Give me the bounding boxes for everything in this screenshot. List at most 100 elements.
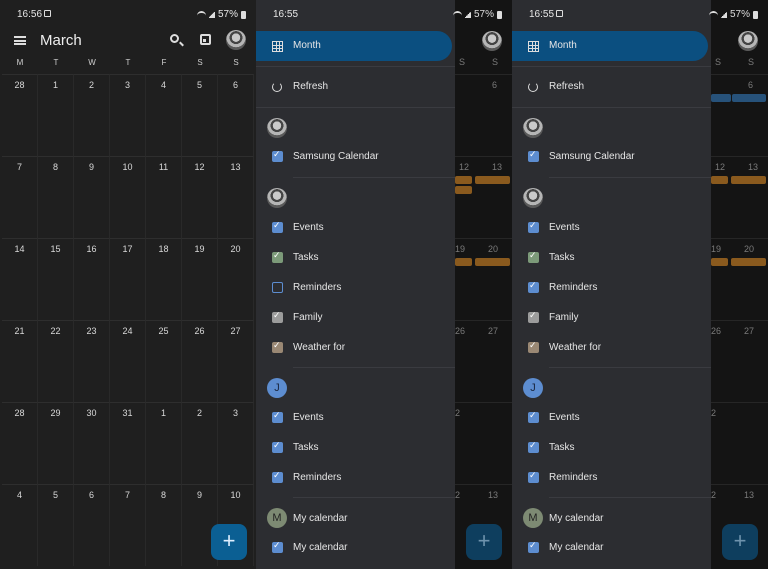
search-icon[interactable] xyxy=(170,34,179,43)
calendar-toggle-weather[interactable]: Weather for xyxy=(512,333,711,363)
calendar-toggle-events[interactable]: Events xyxy=(512,213,711,243)
add-event-button[interactable]: + xyxy=(211,524,247,560)
day-cell[interactable]: 28 xyxy=(2,74,38,156)
checkbox-icon[interactable] xyxy=(272,470,283,483)
day-cell[interactable]: 24 xyxy=(110,320,146,402)
day-cell[interactable]: 5 xyxy=(38,484,74,566)
checkbox-icon[interactable] xyxy=(272,410,283,423)
calendar-toggle-tasks[interactable]: Tasks xyxy=(256,243,455,273)
event-chip xyxy=(475,258,510,266)
checkbox-icon[interactable] xyxy=(528,470,539,483)
calendar-toggle-samsung[interactable]: Samsung Calendar xyxy=(512,142,711,172)
day-cell[interactable]: 19 xyxy=(182,238,218,320)
day-cell[interactable]: 12 xyxy=(182,156,218,238)
checkbox-unchecked-icon[interactable] xyxy=(272,282,283,293)
checkbox-icon[interactable] xyxy=(272,310,283,323)
calendar-toggle-events-j[interactable]: Events xyxy=(512,403,711,433)
add-event-button: + xyxy=(466,524,502,560)
day-cell[interactable]: 5 xyxy=(182,74,218,156)
calendar-toggle-tasks-j[interactable]: Tasks xyxy=(256,433,455,463)
day-cell[interactable]: 28 xyxy=(2,402,38,484)
day-cell[interactable]: 26 xyxy=(182,320,218,402)
day-cell[interactable]: 8 xyxy=(146,484,182,566)
day-cell[interactable]: 6 xyxy=(74,484,110,566)
day-cell[interactable]: 10 xyxy=(110,156,146,238)
calendar-toggle-family[interactable]: Family xyxy=(256,303,455,333)
calendar-toggle-weather[interactable]: Weather for xyxy=(256,333,455,363)
day-cell[interactable]: 17 xyxy=(110,238,146,320)
checkbox-icon[interactable] xyxy=(272,220,283,233)
day-cell[interactable]: 4 xyxy=(2,484,38,566)
checkbox-icon[interactable] xyxy=(528,220,539,233)
checkbox-icon[interactable] xyxy=(528,540,539,553)
checkbox-icon[interactable] xyxy=(272,440,283,453)
checkbox-icon[interactable] xyxy=(272,540,283,553)
calendar-today-icon[interactable] xyxy=(200,34,211,45)
day-cell[interactable]: 15 xyxy=(38,238,74,320)
refresh-item[interactable]: Refresh xyxy=(256,72,455,102)
checkbox-icon[interactable] xyxy=(272,250,283,263)
day-cell[interactable]: 11 xyxy=(146,156,182,238)
day-cell[interactable]: 25 xyxy=(146,320,182,402)
checkbox-icon[interactable] xyxy=(272,340,283,353)
checkbox-icon[interactable] xyxy=(528,440,539,453)
calendar-toggle-my-calendar[interactable]: My calendar xyxy=(256,533,455,563)
day-cell[interactable]: 3 xyxy=(218,402,254,484)
day-cell[interactable]: 23 xyxy=(74,320,110,402)
day-cell[interactable]: 30 xyxy=(74,402,110,484)
battery-icon xyxy=(497,10,502,19)
day-cell[interactable]: 7 xyxy=(2,156,38,238)
profile-avatar[interactable] xyxy=(226,30,246,50)
day-cell[interactable]: 2 xyxy=(74,74,110,156)
day-cell[interactable]: 20 xyxy=(218,238,254,320)
day-cell[interactable]: 29 xyxy=(38,402,74,484)
divider xyxy=(256,107,455,108)
checkbox-icon[interactable] xyxy=(528,340,539,353)
day-cell[interactable]: 1 xyxy=(146,402,182,484)
day-cell[interactable]: 1 xyxy=(38,74,74,156)
checkbox-icon[interactable] xyxy=(528,310,539,323)
calendar-toggle-samsung[interactable]: Samsung Calendar xyxy=(256,142,455,172)
view-month-label: Month xyxy=(293,40,321,51)
checkbox-icon[interactable] xyxy=(528,250,539,263)
calendar-toggle-events-j[interactable]: Events xyxy=(256,403,455,433)
status-bar: 16:56 57% xyxy=(0,0,256,28)
day-cell[interactable]: 9 xyxy=(74,156,110,238)
calendar-toggle-my-calendar[interactable]: My calendar xyxy=(512,533,711,563)
day-cell[interactable]: 22 xyxy=(38,320,74,402)
day-cell[interactable]: 18 xyxy=(146,238,182,320)
calendar-toggle-reminders-j[interactable]: Reminders xyxy=(512,463,711,493)
calendar-toggle-events[interactable]: Events xyxy=(256,213,455,243)
day-cell[interactable]: 21 xyxy=(2,320,38,402)
view-month-item[interactable]: Month xyxy=(512,31,708,61)
checkbox-icon[interactable] xyxy=(528,149,539,162)
checkbox-icon[interactable] xyxy=(528,410,539,423)
calendar-toggle-reminders[interactable]: Reminders xyxy=(512,273,711,303)
checkbox-icon[interactable] xyxy=(272,149,283,162)
calendar-toggle-reminders[interactable]: Reminders xyxy=(256,273,455,303)
drawer-screen-1: S S 6 12 13 19 20 26 27 2 2 13 + 16:55 5… xyxy=(256,0,512,569)
day-cell[interactable]: 14 xyxy=(2,238,38,320)
calendar-toggle-family[interactable]: Family xyxy=(512,303,711,333)
calendar-toggle-reminders-j[interactable]: Reminders xyxy=(256,463,455,493)
day-cell[interactable]: 27 xyxy=(218,320,254,402)
calendar-toggle-tasks-j[interactable]: Tasks xyxy=(512,433,711,463)
grid-line xyxy=(711,74,768,75)
view-month-item[interactable]: Month xyxy=(256,31,452,61)
refresh-item[interactable]: Refresh xyxy=(512,72,711,102)
day-cell[interactable]: 2 xyxy=(182,402,218,484)
day-cell[interactable]: 4 xyxy=(146,74,182,156)
day-cell[interactable]: 31 xyxy=(110,402,146,484)
event-chip xyxy=(711,258,728,266)
checkbox-icon[interactable] xyxy=(528,280,539,293)
menu-icon[interactable] xyxy=(14,36,26,45)
day-cell[interactable]: 6 xyxy=(218,74,254,156)
calendar-toggle-tasks[interactable]: Tasks xyxy=(512,243,711,273)
calendar-label: Reminders xyxy=(293,282,342,293)
day-cell[interactable]: 13 xyxy=(218,156,254,238)
month-title[interactable]: March xyxy=(40,32,82,49)
day-cell[interactable]: 16 xyxy=(74,238,110,320)
day-cell[interactable]: 7 xyxy=(110,484,146,566)
day-cell[interactable]: 8 xyxy=(38,156,74,238)
day-cell[interactable]: 3 xyxy=(110,74,146,156)
